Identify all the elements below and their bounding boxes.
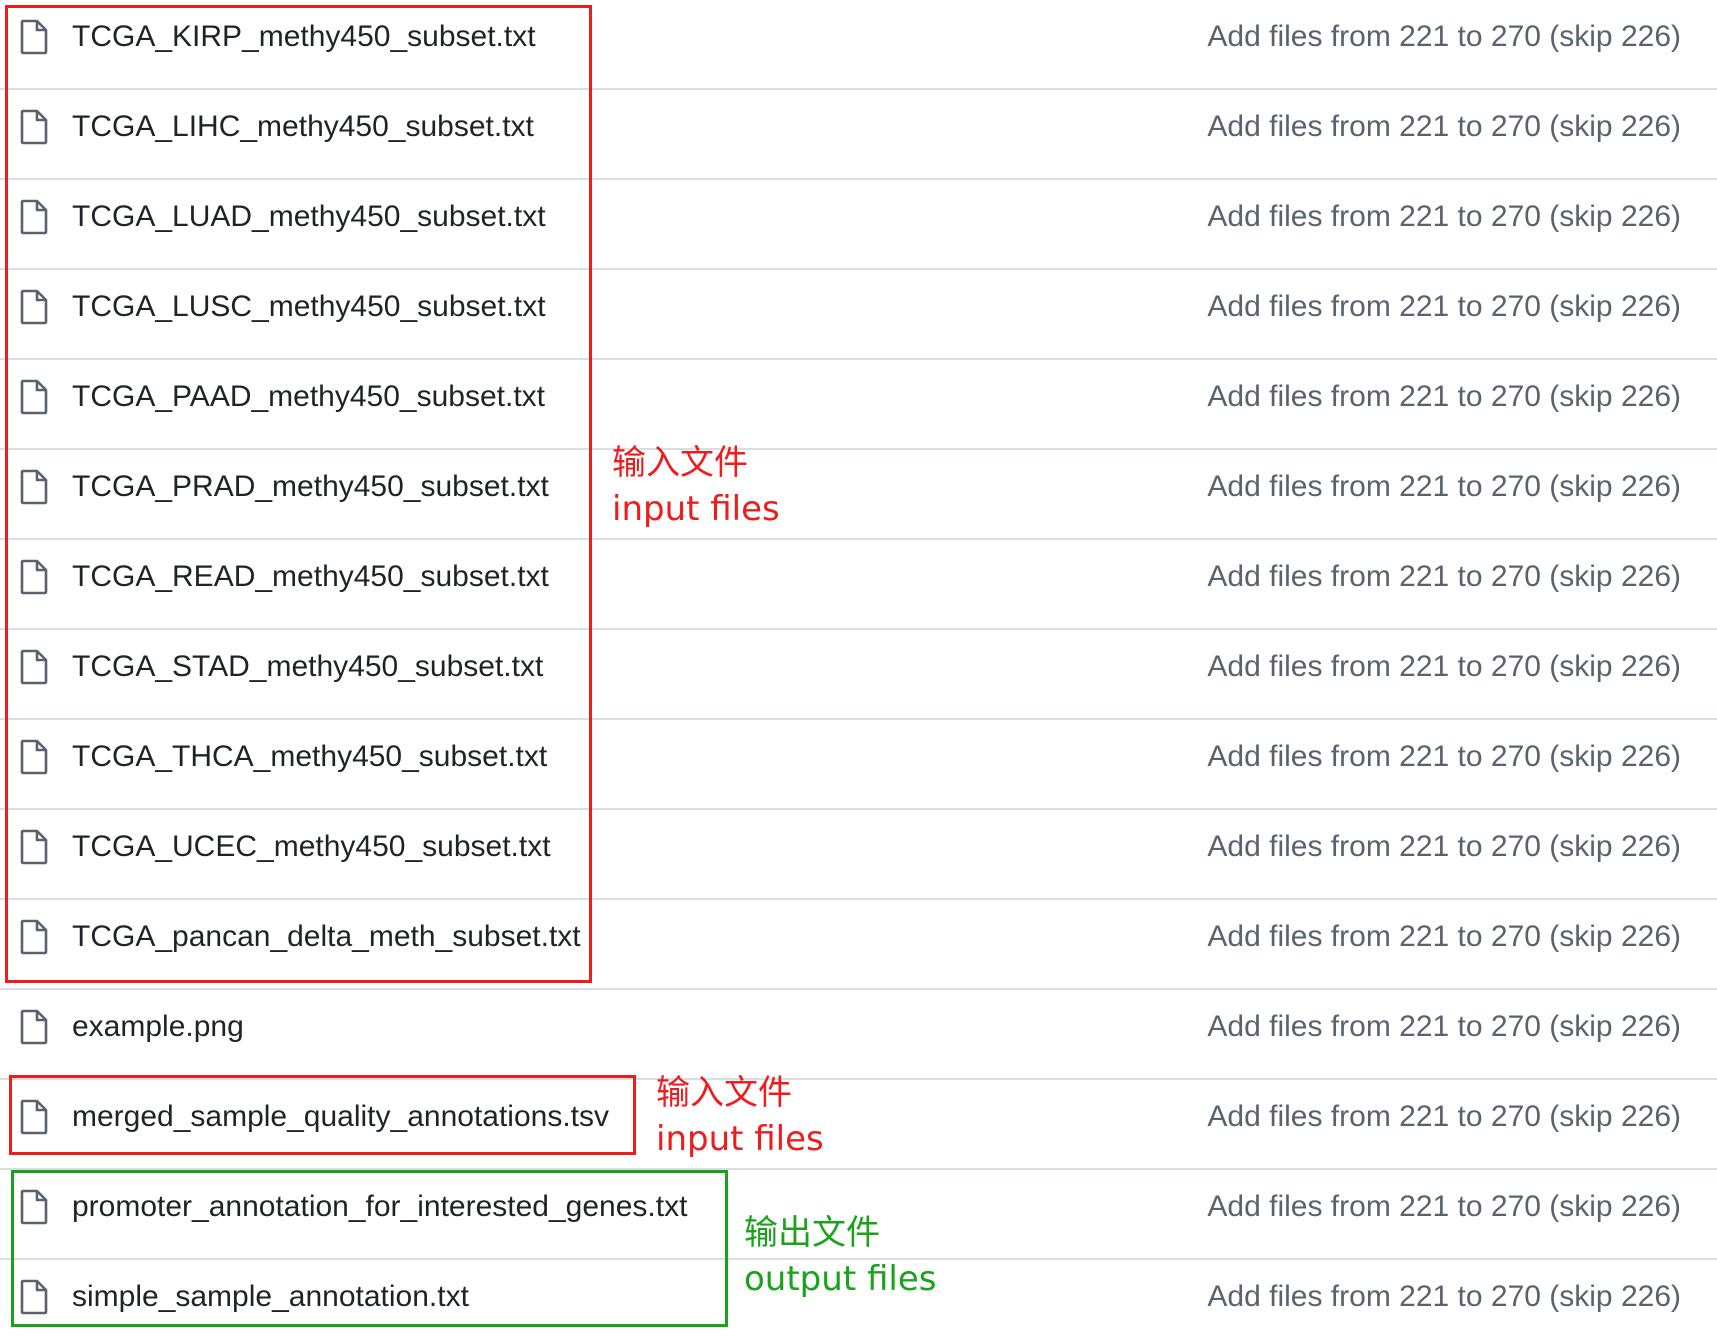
file-icon [20, 109, 48, 145]
file-name-link[interactable]: TCGA_pancan_delta_meth_subset.txt [72, 920, 581, 954]
commit-message-link[interactable]: Add files from 221 to 270 (skip 226) [1207, 1190, 1681, 1224]
file-row[interactable]: example.png Add files from 221 to 270 (s… [0, 990, 1717, 1080]
file-icon [20, 289, 48, 325]
file-name-link[interactable]: TCGA_STAD_methy450_subset.txt [72, 650, 543, 684]
commit-message-link[interactable]: Add files from 221 to 270 (skip 226) [1207, 560, 1681, 594]
input-files-annotation: 输入文件 input files [612, 440, 780, 532]
commit-message-link[interactable]: Add files from 221 to 270 (skip 226) [1207, 110, 1681, 144]
commit-message-link[interactable]: Add files from 221 to 270 (skip 226) [1207, 1010, 1681, 1044]
file-row[interactable]: TCGA_LIHC_methy450_subset.txt Add files … [0, 90, 1717, 180]
file-name-link[interactable]: TCGA_UCEC_methy450_subset.txt [72, 830, 551, 864]
commit-message-link[interactable]: Add files from 221 to 270 (skip 226) [1207, 740, 1681, 774]
commit-message-link[interactable]: Add files from 221 to 270 (skip 226) [1207, 20, 1681, 54]
file-name-link[interactable]: TCGA_PRAD_methy450_subset.txt [72, 470, 549, 504]
file-row[interactable]: TCGA_LUSC_methy450_subset.txt Add files … [0, 270, 1717, 360]
file-icon [20, 919, 48, 955]
commit-message-link[interactable]: Add files from 221 to 270 (skip 226) [1207, 380, 1681, 414]
file-row[interactable]: TCGA_PAAD_methy450_subset.txt Add files … [0, 360, 1717, 450]
commit-message-link[interactable]: Add files from 221 to 270 (skip 226) [1207, 650, 1681, 684]
file-row[interactable]: TCGA_UCEC_methy450_subset.txt Add files … [0, 810, 1717, 900]
file-name-link[interactable]: TCGA_LUAD_methy450_subset.txt [72, 200, 546, 234]
file-row[interactable]: TCGA_READ_methy450_subset.txt Add files … [0, 540, 1717, 630]
input-file-label-en: input files [656, 1119, 824, 1159]
file-icon [20, 739, 48, 775]
file-icon [20, 379, 48, 415]
file-icon [20, 1009, 48, 1045]
file-name-link[interactable]: TCGA_KIRP_methy450_subset.txt [72, 20, 536, 54]
file-row[interactable]: TCGA_KIRP_methy450_subset.txt Add files … [0, 0, 1717, 90]
file-icon [20, 1099, 48, 1135]
file-row[interactable]: TCGA_PRAD_methy450_subset.txt Add files … [0, 450, 1717, 540]
file-name-link[interactable]: merged_sample_quality_annotations.tsv [72, 1100, 609, 1134]
input-file-label-zh: 输入文件 [656, 1073, 792, 1113]
commit-message-link[interactable]: Add files from 221 to 270 (skip 226) [1207, 290, 1681, 324]
file-icon [20, 1189, 48, 1225]
file-icon [20, 469, 48, 505]
file-row[interactable]: merged_sample_quality_annotations.tsv Ad… [0, 1080, 1717, 1170]
file-icon [20, 829, 48, 865]
input-files-label-en: input files [612, 489, 780, 529]
file-name-link[interactable]: example.png [72, 1010, 244, 1044]
commit-message-link[interactable]: Add files from 221 to 270 (skip 226) [1207, 920, 1681, 954]
file-name-link[interactable]: TCGA_LUSC_methy450_subset.txt [72, 290, 546, 324]
file-icon [20, 19, 48, 55]
output-files-annotation: 输出文件 output files [744, 1210, 936, 1302]
commit-message-link[interactable]: Add files from 221 to 270 (skip 226) [1207, 830, 1681, 864]
file-row[interactable]: TCGA_THCA_methy450_subset.txt Add files … [0, 720, 1717, 810]
commit-message-link[interactable]: Add files from 221 to 270 (skip 226) [1207, 470, 1681, 504]
commit-message-link[interactable]: Add files from 221 to 270 (skip 226) [1207, 200, 1681, 234]
file-name-link[interactable]: simple_sample_annotation.txt [72, 1280, 469, 1314]
input-file-annotation: 输入文件 input files [656, 1070, 824, 1162]
file-name-link[interactable]: TCGA_PAAD_methy450_subset.txt [72, 380, 545, 414]
file-name-link[interactable]: TCGA_LIHC_methy450_subset.txt [72, 110, 534, 144]
file-icon [20, 559, 48, 595]
file-name-link[interactable]: TCGA_THCA_methy450_subset.txt [72, 740, 547, 774]
file-row[interactable]: TCGA_STAD_methy450_subset.txt Add files … [0, 630, 1717, 720]
file-name-link[interactable]: TCGA_READ_methy450_subset.txt [72, 560, 549, 594]
commit-message-link[interactable]: Add files from 221 to 270 (skip 226) [1207, 1280, 1681, 1314]
file-name-link[interactable]: promoter_annotation_for_interested_genes… [72, 1190, 687, 1224]
file-icon [20, 199, 48, 235]
file-icon [20, 1279, 48, 1315]
input-files-label-zh: 输入文件 [612, 443, 748, 483]
file-row[interactable]: TCGA_LUAD_methy450_subset.txt Add files … [0, 180, 1717, 270]
output-files-label-zh: 输出文件 [744, 1213, 880, 1253]
commit-message-link[interactable]: Add files from 221 to 270 (skip 226) [1207, 1100, 1681, 1134]
file-row[interactable]: TCGA_pancan_delta_meth_subset.txt Add fi… [0, 900, 1717, 990]
file-icon [20, 649, 48, 685]
output-files-label-en: output files [744, 1259, 937, 1299]
